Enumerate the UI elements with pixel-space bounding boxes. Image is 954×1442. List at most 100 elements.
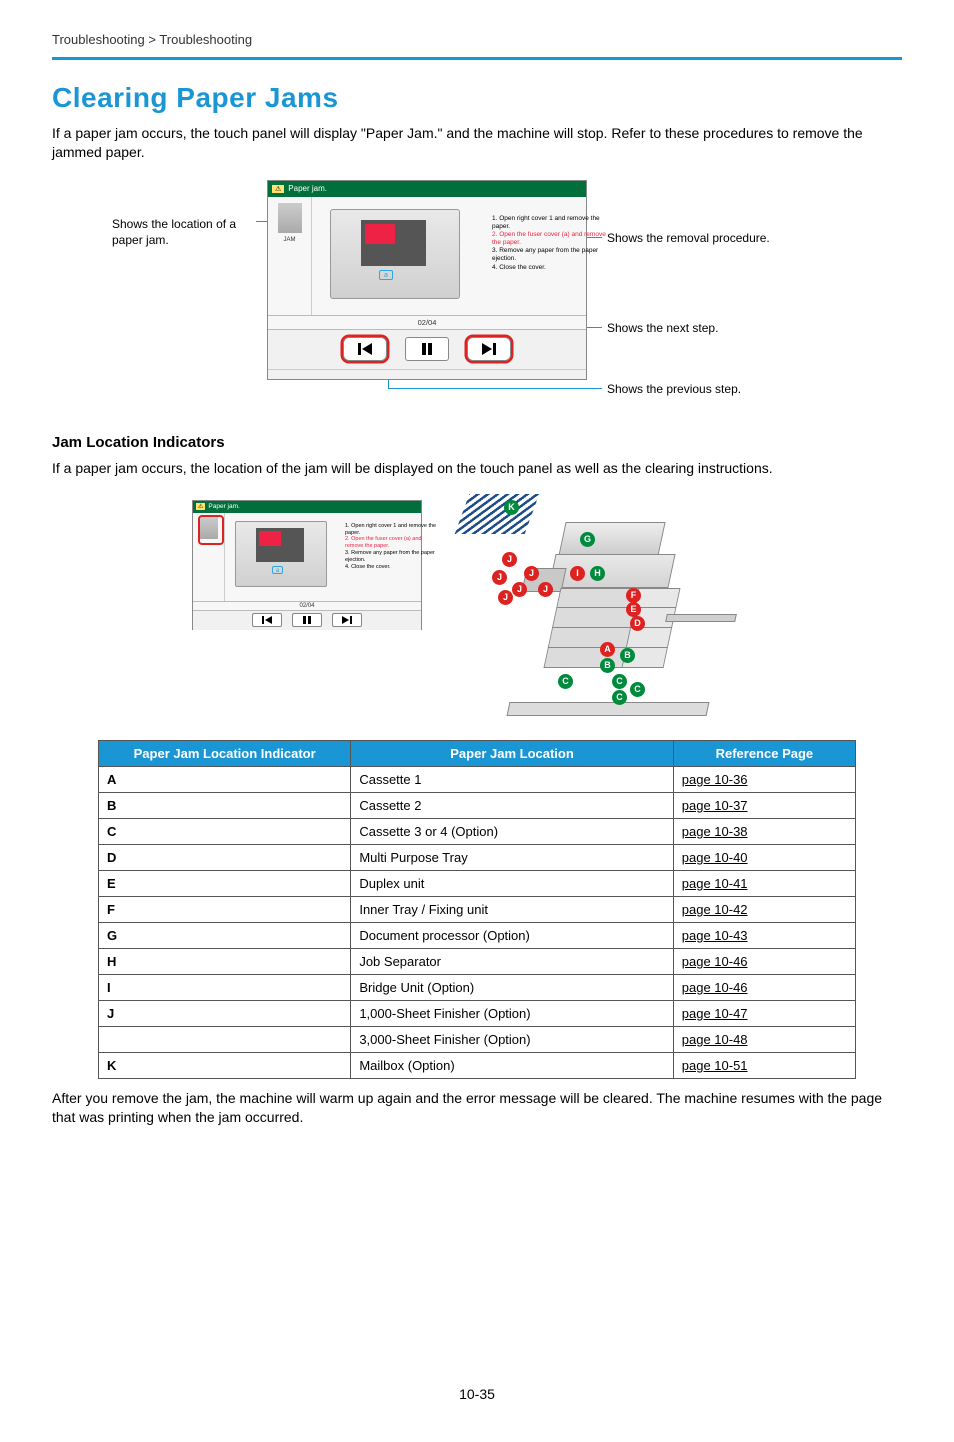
accent-line — [52, 57, 902, 60]
cell-location: Multi Purpose Tray — [351, 844, 673, 870]
base-shape — [507, 702, 710, 716]
marker-a: a — [379, 270, 393, 280]
indicator-F: F — [626, 588, 641, 603]
machine-illustration: K G J J J J J J I H F E D A B B C C C C — [462, 494, 742, 734]
indicator-C: C — [612, 690, 627, 705]
step-1: 1. Open right cover 1 and remove the pap… — [492, 215, 612, 231]
indicator-G: G — [580, 532, 595, 547]
table-row: 3,000-Sheet Finisher (Option)page 10-48 — [99, 1026, 856, 1052]
cell-indicator — [99, 1026, 351, 1052]
touch-panel-mockup: ⚠ Paper jam. JAM a 1. Open right cover 1… — [267, 180, 587, 380]
cell-reference[interactable]: page 10-48 — [673, 1026, 855, 1052]
cell-location: Cassette 2 — [351, 792, 673, 818]
cell-location: Cassette 1 — [351, 766, 673, 792]
cell-location: Duplex unit — [351, 870, 673, 896]
cell-location: Bridge Unit (Option) — [351, 974, 673, 1000]
panel-header: ⚠ Paper jam. — [268, 181, 586, 197]
attention-icon: ⚠ — [272, 185, 284, 193]
panel-nav-row — [193, 610, 421, 630]
cell-reference[interactable]: page 10-51 — [673, 1052, 855, 1078]
indicator-J: J — [524, 566, 539, 581]
cell-reference[interactable]: page 10-42 — [673, 896, 855, 922]
jam-indicator-column: JAM — [268, 197, 312, 315]
cell-reference[interactable]: page 10-37 — [673, 792, 855, 818]
subintro-text: If a paper jam occurs, the location of t… — [52, 459, 902, 478]
panel-step-counter: 02/04 — [268, 315, 586, 329]
indicator-B: B — [600, 658, 615, 673]
panel-drawing-area: a 1. Open right cover 1 and remove the p… — [312, 197, 586, 315]
leader-line — [388, 388, 602, 389]
pause-button[interactable] — [405, 337, 449, 361]
cell-location: Document processor (Option) — [351, 922, 673, 948]
step-2: 2. Open the fuser cover (a) and remove t… — [345, 536, 441, 550]
prev-step-button[interactable] — [252, 613, 282, 627]
cell-indicator: E — [99, 870, 351, 896]
cell-reference[interactable]: page 10-47 — [673, 1000, 855, 1026]
col-header-location: Paper Jam Location — [351, 740, 673, 766]
mini-printer-icon — [278, 203, 302, 233]
page-number: 10-35 — [52, 1386, 902, 1402]
panel-tail — [268, 369, 586, 379]
jam-locations-table: Paper Jam Location Indicator Paper Jam L… — [98, 740, 856, 1079]
callout-previous-step: Shows the previous step. — [607, 381, 741, 397]
printer-illustration: a — [235, 521, 327, 587]
step-4: 4. Close the cover. — [345, 564, 441, 571]
table-row: KMailbox (Option)page 10-51 — [99, 1052, 856, 1078]
indicator-C: C — [630, 682, 645, 697]
pause-button[interactable] — [292, 613, 322, 627]
cell-indicator: F — [99, 896, 351, 922]
indicator-J: J — [498, 590, 513, 605]
finisher-hatching — [455, 494, 540, 534]
cell-indicator: D — [99, 844, 351, 870]
indicator-C: C — [612, 674, 627, 689]
panel-header-text: Paper jam. — [208, 503, 239, 510]
table-row: DMulti Purpose Traypage 10-40 — [99, 844, 856, 870]
cell-reference[interactable]: page 10-40 — [673, 844, 855, 870]
prev-step-button[interactable] — [343, 337, 387, 361]
table-row: J1,000-Sheet Finisher (Option)page 10-47 — [99, 1000, 856, 1026]
cell-reference[interactable]: page 10-46 — [673, 974, 855, 1000]
table-row: IBridge Unit (Option)page 10-46 — [99, 974, 856, 1000]
table-row: HJob Separatorpage 10-46 — [99, 948, 856, 974]
printer-illustration: a — [330, 209, 460, 299]
cell-indicator: B — [99, 792, 351, 818]
attention-icon: ⚠ — [196, 503, 205, 510]
indicator-H: H — [590, 566, 605, 581]
next-step-button[interactable] — [467, 337, 511, 361]
pause-icon — [303, 616, 311, 624]
cell-reference[interactable]: page 10-41 — [673, 870, 855, 896]
cell-indicator: I — [99, 974, 351, 1000]
indicator-J: J — [538, 582, 553, 597]
machine-body-shape — [548, 554, 675, 588]
indicator-J: J — [492, 570, 507, 585]
cell-reference[interactable]: page 10-38 — [673, 818, 855, 844]
cell-location: Job Separator — [351, 948, 673, 974]
table-row: EDuplex unitpage 10-41 — [99, 870, 856, 896]
indicator-A: A — [600, 642, 615, 657]
open-cover-illustration — [256, 528, 304, 562]
cell-reference[interactable]: page 10-43 — [673, 922, 855, 948]
step-3: 3. Remove any paper from the paper eject… — [492, 247, 612, 263]
panel-header-text: Paper jam. — [288, 184, 327, 193]
breadcrumb: Troubleshooting > Troubleshooting — [52, 32, 902, 47]
pause-icon — [421, 343, 433, 355]
small-touch-panel: ⚠ Paper jam. a 1. Open right cover 1 and… — [192, 500, 422, 630]
next-step-button[interactable] — [332, 613, 362, 627]
jam-label: JAM — [268, 237, 311, 243]
col-header-reference: Reference Page — [673, 740, 855, 766]
skip-forward-icon — [482, 343, 496, 355]
callout-next-step: Shows the next step. — [607, 320, 718, 336]
cell-location: Inner Tray / Fixing unit — [351, 896, 673, 922]
callout-removal-procedure: Shows the removal procedure. — [607, 230, 770, 246]
intro-text: If a paper jam occurs, the touch panel w… — [52, 124, 902, 162]
indicator-C: C — [558, 674, 573, 689]
subheading: Jam Location Indicators — [52, 434, 902, 451]
step-1: 1. Open right cover 1 and remove the pap… — [345, 523, 441, 537]
indicator-D: D — [630, 616, 645, 631]
col-header-indicator: Paper Jam Location Indicator — [99, 740, 351, 766]
cell-reference[interactable]: page 10-36 — [673, 766, 855, 792]
indicator-B: B — [620, 648, 635, 663]
cell-reference[interactable]: page 10-46 — [673, 948, 855, 974]
step-3: 3. Remove any paper from the paper eject… — [345, 550, 441, 564]
cell-location: Mailbox (Option) — [351, 1052, 673, 1078]
